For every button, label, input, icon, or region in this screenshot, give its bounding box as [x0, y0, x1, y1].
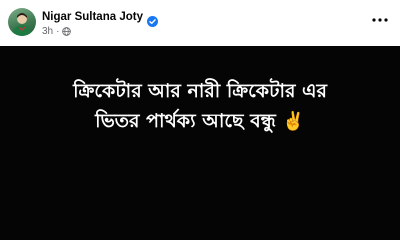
post-header: Nigar Sultana Joty 3h · [0, 0, 400, 46]
post-meta: 3h · [42, 25, 72, 38]
meta-separator: · [56, 26, 60, 37]
post-image-text: ক্রিকেটার আর নারী ক্রিকেটার এর ভিতর পার্… [0, 76, 400, 137]
globe-icon[interactable] [62, 27, 72, 36]
more-options-icon[interactable] [370, 12, 390, 28]
author-name[interactable]: Nigar Sultana Joty [42, 11, 143, 23]
author-avatar[interactable] [8, 8, 36, 36]
victory-hand-emoji: ✌️ [282, 111, 305, 132]
image-text-line-1: ক্রিকেটার আর নারী ক্রিকেটার এর [73, 80, 327, 102]
post-timestamp[interactable]: 3h [42, 26, 53, 37]
image-text-line-2: ভিতর পার্থক্য আছে বন্ধু ✌️ [0, 106, 400, 137]
image-text-line-2-words: ভিতর পার্থক্য আছে বন্ধু [95, 110, 276, 132]
verified-badge-icon [146, 12, 158, 27]
author-line: Nigar Sultana Joty [42, 9, 158, 27]
avatar-photo-icon [12, 13, 32, 36]
